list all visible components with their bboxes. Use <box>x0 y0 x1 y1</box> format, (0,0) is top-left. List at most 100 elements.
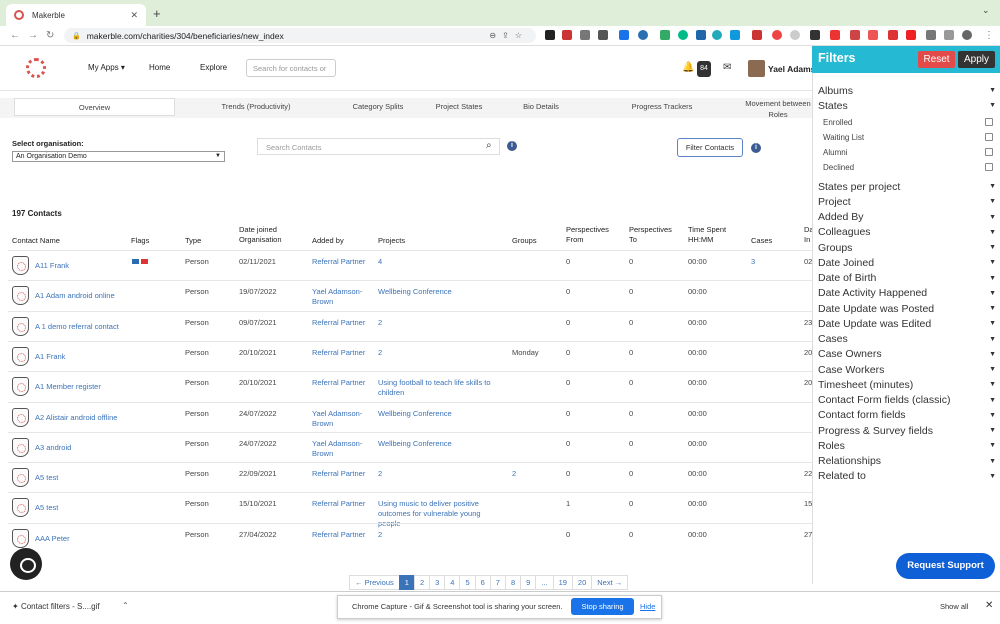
contact-name[interactable]: A2 Alistair android offline <box>35 413 130 423</box>
table-row[interactable]: A 1 demo referral contact Person 09/07/202… <box>8 310 812 341</box>
contact-name[interactable]: AAA Peter <box>35 534 130 544</box>
nav-explore[interactable]: Explore <box>200 63 227 72</box>
browser-menu-icon[interactable]: ⋮ <box>984 30 994 41</box>
address-bar-actions-icon[interactable]: ⊖⇪☆ <box>489 31 528 40</box>
contact-avatar-icon[interactable] <box>12 498 29 518</box>
filter-item[interactable]: Relationships ▼ <box>818 455 996 468</box>
filter-item[interactable]: Added By ▼ <box>818 211 996 224</box>
search-icon[interactable]: ⌕ <box>486 140 492 151</box>
close-tab-icon[interactable]: ✕ <box>130 10 138 21</box>
extension-icon[interactable] <box>772 30 782 40</box>
contact-avatar-icon[interactable] <box>12 346 29 366</box>
contact-avatar-icon[interactable] <box>12 316 29 336</box>
extension-icon[interactable] <box>810 30 820 40</box>
column-header[interactable]: Contact Name <box>12 236 60 246</box>
contact-name[interactable]: A5 test <box>35 473 130 483</box>
table-row[interactable]: A5 test Person 22/09/2021 Referral Partner 2… <box>8 462 812 492</box>
filter-contacts-button[interactable]: Filter Contacts <box>677 138 743 157</box>
filter-item[interactable]: Project ▼ <box>818 195 996 208</box>
search-contacts-input[interactable]: Search Contacts <box>257 138 500 155</box>
tab-progress-trackers[interactable]: Progress Trackers <box>620 98 704 116</box>
flags-icon[interactable] <box>132 257 148 267</box>
contact-name[interactable]: A1 Adam android online <box>35 291 130 301</box>
contact-avatar-icon[interactable] <box>12 407 29 427</box>
added-by[interactable]: Yael Adamson-Brown <box>312 439 374 459</box>
table-row[interactable]: A2 Alistair android offline Person 24/07/2… <box>8 401 812 432</box>
contact-name[interactable]: A5 test <box>35 503 130 513</box>
projects[interactable]: 4 <box>378 257 504 267</box>
added-by[interactable]: Referral Partner <box>312 348 374 358</box>
tab-project-states[interactable]: Project States <box>424 98 494 116</box>
contact-avatar-icon[interactable] <box>12 437 29 457</box>
projects[interactable]: Using football to teach life skills to c… <box>378 378 504 398</box>
contact-name[interactable]: A3 android <box>35 443 130 453</box>
download-item[interactable]: ✦ Contact filters - S....gif <box>12 602 100 611</box>
page-button[interactable]: 2 <box>413 575 431 590</box>
reload-icon[interactable]: ↻ <box>46 30 54 41</box>
previous-page-button[interactable]: ← Previous <box>349 575 400 590</box>
extension-icon[interactable] <box>888 30 898 40</box>
added-by[interactable]: Yael Adamson-Brown <box>312 287 374 307</box>
state-option-waiting-list[interactable]: Waiting List <box>823 131 993 143</box>
my-apps-menu[interactable]: My Apps ▾ <box>88 63 125 72</box>
page-button[interactable]: 5 <box>459 575 476 590</box>
show-all-link[interactable]: Show all <box>940 602 968 611</box>
user-name[interactable]: Yael Adams <box>768 64 815 74</box>
organisation-select[interactable]: An Organisation Demo ▼ <box>12 151 225 162</box>
contact-avatar-icon[interactable] <box>12 468 29 488</box>
sidebar-icon[interactable] <box>944 30 954 40</box>
extension-icon[interactable] <box>660 30 670 40</box>
makerble-logo[interactable] <box>26 58 46 78</box>
tab-bio-details[interactable]: Bio Details <box>506 98 576 116</box>
tab-search-icon[interactable]: ⌄ <box>982 5 990 16</box>
page-button[interactable]: 3 <box>429 575 446 590</box>
contact-name[interactable]: A 1 demo referral contact <box>35 322 130 332</box>
added-by[interactable]: Referral Partner <box>312 499 374 509</box>
column-header[interactable]: Date joined Organisation <box>239 225 301 245</box>
checkbox[interactable] <box>985 133 993 141</box>
extension-icon[interactable] <box>638 30 648 40</box>
back-icon[interactable]: ← <box>10 30 20 41</box>
tab-category-splits[interactable]: Category Splits <box>336 98 420 116</box>
contact-name[interactable]: A1 Frank <box>35 352 130 362</box>
address-bar[interactable]: 🔒 makerble.com/charities/304/beneficiari… <box>64 28 536 43</box>
apply-button[interactable]: Apply <box>958 51 995 68</box>
contact-avatar-icon[interactable] <box>12 377 29 397</box>
extension-icon[interactable] <box>830 30 840 40</box>
projects[interactable]: 2 <box>378 318 504 328</box>
chat-icon[interactable] <box>10 548 42 580</box>
mail-icon[interactable]: ✉ <box>723 62 731 73</box>
table-row[interactable]: AAA Peter Person 27/04/2022 Referral Partne… <box>8 522 812 553</box>
avatar[interactable] <box>748 60 765 77</box>
extension-icon[interactable] <box>906 30 916 40</box>
filter-item[interactable]: Date Update was Edited ▼ <box>818 317 996 330</box>
profile-icon[interactable] <box>962 30 972 40</box>
column-header[interactable]: Perspectives To <box>629 225 679 245</box>
forward-icon[interactable]: → <box>28 30 38 41</box>
checkbox[interactable] <box>985 163 993 171</box>
state-option-alumni[interactable]: Alumni <box>823 146 993 158</box>
page-button[interactable]: 8 <box>504 575 522 590</box>
close-icon[interactable]: ✕ <box>985 600 993 611</box>
filter-item[interactable]: Date of Birth ▼ <box>818 272 996 285</box>
contact-name[interactable]: A1 Member register <box>35 382 130 392</box>
tab-overview[interactable]: Overview <box>14 98 175 116</box>
request-support-button[interactable]: Request Support <box>896 553 995 579</box>
projects[interactable]: Wellbeing Conference <box>378 409 504 419</box>
stop-sharing-button[interactable]: Stop sharing <box>571 598 634 615</box>
table-row[interactable]: A11 Frank Person 02/11/2021 Referral Partne… <box>8 250 812 280</box>
bell-icon[interactable]: 🔔 <box>682 62 694 73</box>
page-button[interactable]: 9 <box>520 575 537 590</box>
added-by[interactable]: Referral Partner <box>312 530 374 540</box>
page-button[interactable]: 4 <box>444 575 461 590</box>
filter-item[interactable]: Related to ▼ <box>818 470 996 483</box>
filter-item[interactable]: States per project ▼ <box>818 180 996 193</box>
filter-states[interactable]: States ▼ <box>818 99 996 112</box>
filter-item[interactable]: Timesheet (minutes) ▼ <box>818 378 996 391</box>
extension-icon[interactable] <box>562 30 572 40</box>
nav-home[interactable]: Home <box>149 63 170 72</box>
column-header[interactable]: Cases <box>751 236 772 246</box>
page-button[interactable]: 7 <box>489 575 506 590</box>
extension-icon[interactable] <box>752 30 762 40</box>
extension-icon[interactable] <box>730 30 740 40</box>
